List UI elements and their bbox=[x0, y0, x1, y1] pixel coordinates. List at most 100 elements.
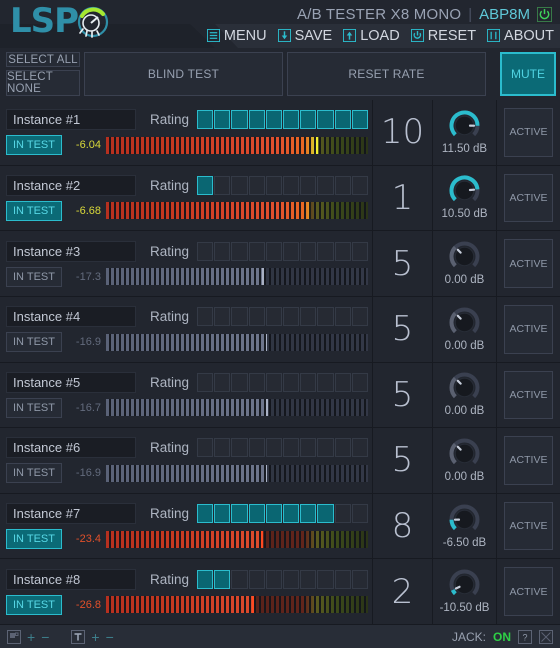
rating-cell[interactable] bbox=[351, 110, 369, 130]
rating-cell[interactable] bbox=[317, 372, 334, 392]
rating-cell[interactable] bbox=[283, 175, 300, 195]
instance-name-field[interactable]: Instance #6 bbox=[6, 437, 136, 459]
menu-item-about[interactable]: ABOUT bbox=[487, 28, 554, 44]
instance-name-field[interactable]: Instance #8 bbox=[6, 568, 136, 590]
font-scale-plus-button[interactable]: + bbox=[91, 630, 99, 644]
rating-cell[interactable] bbox=[265, 241, 283, 261]
gain-knob[interactable] bbox=[449, 372, 480, 403]
rating-cell[interactable] bbox=[300, 372, 317, 392]
rating-cell[interactable] bbox=[265, 372, 283, 392]
instance-name-field[interactable]: Instance #5 bbox=[6, 371, 136, 393]
menu-item-menu[interactable]: MENU bbox=[206, 28, 267, 44]
rating-cell[interactable] bbox=[283, 241, 300, 261]
active-button[interactable]: ACTIVE bbox=[504, 173, 553, 223]
rating-cell[interactable] bbox=[334, 110, 351, 130]
rating-cell[interactable] bbox=[231, 372, 248, 392]
select-all-button[interactable]: SELECT ALL bbox=[6, 52, 80, 67]
rating-cell[interactable] bbox=[334, 175, 351, 195]
rating-cell[interactable] bbox=[197, 438, 214, 458]
rating-cell[interactable] bbox=[214, 372, 231, 392]
active-button[interactable]: ACTIVE bbox=[504, 436, 553, 485]
gain-knob[interactable] bbox=[449, 241, 480, 272]
rating-cell[interactable] bbox=[317, 438, 334, 458]
in-test-button[interactable]: IN TEST bbox=[6, 463, 62, 484]
rating-cell[interactable] bbox=[300, 569, 317, 589]
menu-item-load[interactable]: LOAD bbox=[343, 28, 400, 44]
rating-cell[interactable] bbox=[283, 372, 300, 392]
rating-cell[interactable] bbox=[317, 110, 334, 130]
rating-cell[interactable] bbox=[248, 110, 265, 130]
rating-cell[interactable] bbox=[283, 569, 300, 589]
rating-cell[interactable] bbox=[351, 175, 369, 195]
rating-cell[interactable] bbox=[283, 110, 300, 130]
instance-name-field[interactable]: Instance #1 bbox=[6, 109, 136, 131]
rating-bar[interactable] bbox=[197, 175, 369, 195]
rating-cell[interactable] bbox=[283, 438, 300, 458]
rating-cell[interactable] bbox=[231, 438, 248, 458]
gain-knob[interactable] bbox=[449, 307, 480, 338]
active-button[interactable]: ACTIVE bbox=[504, 370, 553, 420]
font-scale-icon[interactable] bbox=[71, 629, 86, 644]
rating-cell[interactable] bbox=[334, 307, 351, 327]
rating-cell[interactable] bbox=[214, 175, 231, 195]
ui-scale-minus-button[interactable]: − bbox=[41, 630, 49, 644]
rating-cell[interactable] bbox=[334, 372, 351, 392]
gain-knob[interactable] bbox=[449, 110, 480, 141]
rating-cell[interactable] bbox=[197, 175, 214, 195]
gain-knob[interactable] bbox=[449, 569, 480, 600]
rating-cell[interactable] bbox=[317, 175, 334, 195]
active-button[interactable]: ACTIVE bbox=[504, 304, 553, 354]
select-none-button[interactable]: SELECT NONE bbox=[6, 70, 80, 96]
rating-cell[interactable] bbox=[265, 307, 283, 327]
rating-bar[interactable] bbox=[197, 504, 369, 524]
in-test-button[interactable]: IN TEST bbox=[6, 200, 62, 221]
rating-cell[interactable] bbox=[351, 307, 369, 327]
active-button[interactable]: ACTIVE bbox=[504, 108, 553, 157]
reset-rate-button[interactable]: RESET RATE bbox=[287, 52, 486, 96]
power-icon[interactable] bbox=[537, 6, 552, 22]
in-test-button[interactable]: IN TEST bbox=[6, 266, 62, 287]
rating-cell[interactable] bbox=[334, 241, 351, 261]
in-test-button[interactable]: IN TEST bbox=[6, 397, 62, 418]
rating-cell[interactable] bbox=[300, 504, 317, 524]
rating-cell[interactable] bbox=[283, 307, 300, 327]
menu-item-reset[interactable]: RESET bbox=[410, 28, 476, 44]
in-test-button[interactable]: IN TEST bbox=[6, 135, 62, 156]
rating-cell[interactable] bbox=[231, 175, 248, 195]
rating-cell[interactable] bbox=[317, 504, 334, 524]
rating-cell[interactable] bbox=[317, 241, 334, 261]
rating-cell[interactable] bbox=[317, 307, 334, 327]
rating-cell[interactable] bbox=[300, 241, 317, 261]
rating-cell[interactable] bbox=[231, 504, 248, 524]
rating-cell[interactable] bbox=[197, 307, 214, 327]
rating-cell[interactable] bbox=[231, 307, 248, 327]
in-test-button[interactable]: IN TEST bbox=[6, 332, 62, 353]
rating-cell[interactable] bbox=[265, 175, 283, 195]
rating-cell[interactable] bbox=[248, 372, 265, 392]
mute-button[interactable]: MUTE bbox=[500, 52, 556, 96]
rating-cell[interactable] bbox=[248, 241, 265, 261]
rating-cell[interactable] bbox=[231, 241, 248, 261]
rating-bar[interactable] bbox=[197, 438, 369, 458]
rating-cell[interactable] bbox=[265, 438, 283, 458]
instance-name-field[interactable]: Instance #3 bbox=[6, 240, 136, 262]
rating-cell[interactable] bbox=[248, 569, 265, 589]
in-test-button[interactable]: IN TEST bbox=[6, 529, 62, 550]
rating-cell[interactable] bbox=[334, 504, 351, 524]
fullscreen-icon[interactable] bbox=[539, 629, 553, 644]
rating-cell[interactable] bbox=[214, 504, 231, 524]
rating-cell[interactable] bbox=[231, 110, 248, 130]
rating-cell[interactable] bbox=[231, 569, 248, 589]
rating-cell[interactable] bbox=[351, 241, 369, 261]
rating-cell[interactable] bbox=[334, 438, 351, 458]
rating-cell[interactable] bbox=[214, 569, 231, 589]
active-button[interactable]: ACTIVE bbox=[504, 567, 553, 616]
gain-knob[interactable] bbox=[449, 504, 480, 535]
rating-bar[interactable] bbox=[197, 110, 369, 130]
instance-name-field[interactable]: Instance #7 bbox=[6, 503, 136, 525]
rating-cell[interactable] bbox=[351, 438, 369, 458]
in-test-button[interactable]: IN TEST bbox=[6, 594, 62, 615]
rating-cell[interactable] bbox=[351, 504, 369, 524]
rating-cell[interactable] bbox=[197, 504, 214, 524]
rating-bar[interactable] bbox=[197, 372, 369, 392]
